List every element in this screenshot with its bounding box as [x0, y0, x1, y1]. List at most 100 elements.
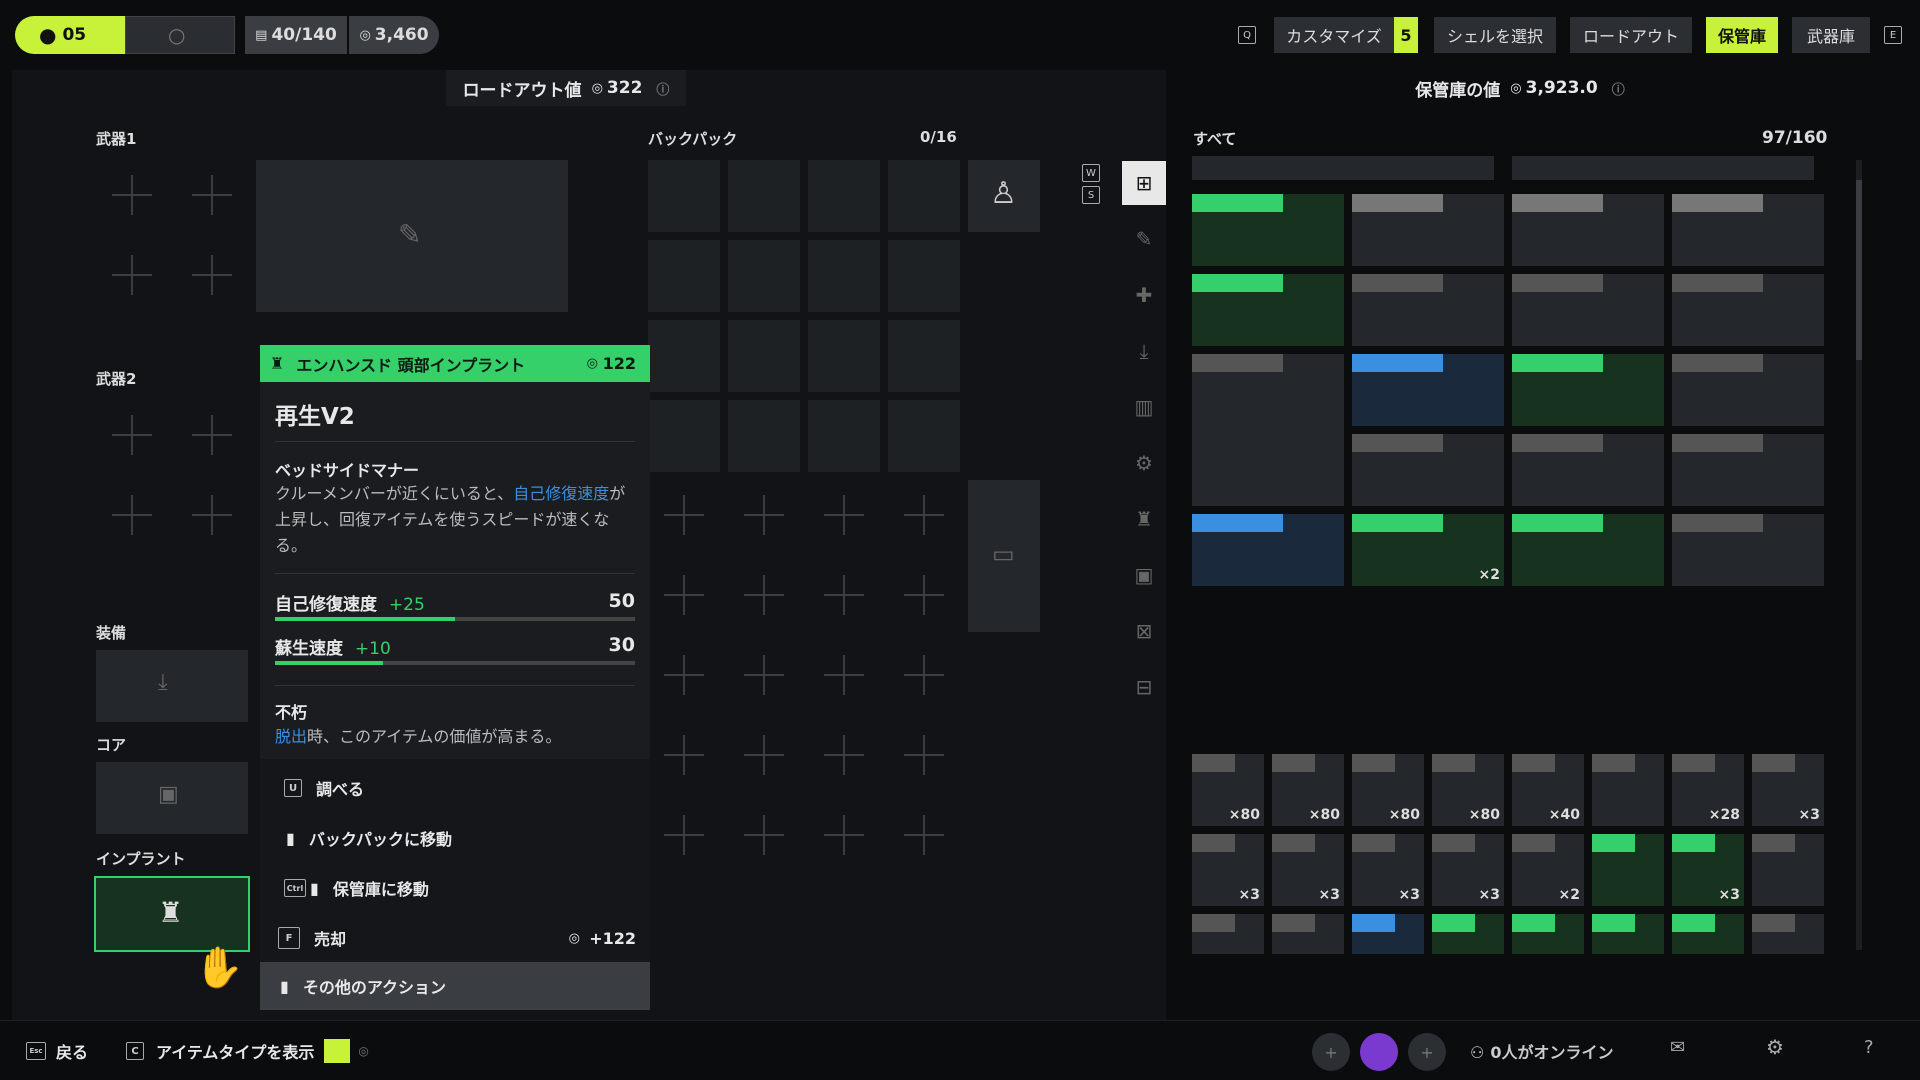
- empty-slot[interactable]: [904, 655, 944, 695]
- party-slot-icon[interactable]: +: [1312, 1033, 1350, 1071]
- container-filter-icon[interactable]: ⊟: [1122, 665, 1166, 709]
- empty-slot[interactable]: [744, 655, 784, 695]
- backpack-cell[interactable]: [808, 160, 880, 232]
- vault-item-small[interactable]: [1592, 834, 1664, 906]
- vault-item[interactable]: [1352, 194, 1504, 266]
- backpack-cell[interactable]: [648, 320, 720, 392]
- backpack-cell[interactable]: [888, 320, 960, 392]
- other-actions[interactable]: ▮ その他のアクション: [260, 962, 650, 1010]
- empty-slot[interactable]: [112, 495, 152, 535]
- vault-item[interactable]: [1352, 354, 1504, 426]
- vault-item[interactable]: [1192, 514, 1344, 586]
- empty-slot[interactable]: [192, 415, 232, 455]
- backpack-side-slot[interactable]: ▭: [968, 480, 1040, 632]
- character-slot[interactable]: ♙: [968, 160, 1040, 232]
- vault-item-small[interactable]: ×40: [1512, 754, 1584, 826]
- empty-slot[interactable]: [112, 255, 152, 295]
- scrollbar[interactable]: [1856, 160, 1862, 950]
- backpack-cell[interactable]: [648, 160, 720, 232]
- mod-filter-icon[interactable]: ⊠: [1122, 609, 1166, 653]
- vault-item[interactable]: [1512, 194, 1664, 266]
- backpack-cell[interactable]: [888, 160, 960, 232]
- vault-item-small[interactable]: [1352, 914, 1424, 954]
- vault-item-small[interactable]: [1592, 754, 1664, 826]
- empty-slot[interactable]: [192, 495, 232, 535]
- empty-slot[interactable]: [824, 655, 864, 695]
- core-filter-icon[interactable]: ▣: [1122, 553, 1166, 597]
- vault-item-small[interactable]: ×3: [1192, 834, 1264, 906]
- vault-tab[interactable]: 保管庫: [1706, 17, 1778, 53]
- vault-item-small[interactable]: ×3: [1352, 834, 1424, 906]
- inspect-action[interactable]: U 調べる: [260, 765, 650, 811]
- sell-action[interactable]: F 売却 ◎ +122: [260, 915, 650, 961]
- empty-slot[interactable]: [664, 735, 704, 775]
- backpack-cell[interactable]: [648, 400, 720, 472]
- vault-item-small[interactable]: [1592, 914, 1664, 954]
- chip-filter-icon[interactable]: ⚙: [1122, 441, 1166, 485]
- empty-slot[interactable]: [112, 175, 152, 215]
- medkit-filter-icon[interactable]: ✚: [1122, 273, 1166, 317]
- vault-item-small[interactable]: [1272, 914, 1344, 954]
- empty-slot[interactable]: [744, 735, 784, 775]
- backpack-cell[interactable]: [648, 240, 720, 312]
- backpack-cell[interactable]: [808, 240, 880, 312]
- select-shell-button[interactable]: シェルを選択: [1434, 17, 1556, 53]
- weapon1-slot[interactable]: ✎: [256, 160, 568, 312]
- vault-item[interactable]: [1192, 354, 1344, 506]
- empty-slot[interactable]: [192, 255, 232, 295]
- empty-slot[interactable]: [664, 815, 704, 855]
- vault-item[interactable]: [1672, 514, 1824, 586]
- ammo-filter-icon[interactable]: ▥: [1122, 385, 1166, 429]
- back-button[interactable]: Esc 戻る: [26, 1039, 88, 1063]
- empty-slot[interactable]: [904, 575, 944, 615]
- settings-icon[interactable]: ⚙: [1766, 1035, 1784, 1059]
- vault-item[interactable]: [1672, 194, 1824, 266]
- backpack-cell[interactable]: [888, 400, 960, 472]
- vault-item-small[interactable]: [1752, 914, 1824, 954]
- vault-item-small[interactable]: ×28: [1672, 754, 1744, 826]
- backpack-cell[interactable]: [728, 400, 800, 472]
- vault-item[interactable]: [1352, 274, 1504, 346]
- vault-item-small[interactable]: [1512, 914, 1584, 954]
- vault-item[interactable]: [1672, 354, 1824, 426]
- info-icon[interactable]: ⓘ: [656, 79, 669, 98]
- show-item-type-toggle[interactable]: C アイテムタイプを表示 ◎: [126, 1039, 369, 1063]
- empty-slot[interactable]: [112, 415, 152, 455]
- vault-item-small[interactable]: ×3: [1752, 754, 1824, 826]
- empty-slot[interactable]: [192, 175, 232, 215]
- backpack-cell[interactable]: [808, 320, 880, 392]
- equipment-slot[interactable]: ⤓: [96, 650, 248, 722]
- vault-item[interactable]: [1352, 434, 1504, 506]
- vault-item-small[interactable]: ×2: [1512, 834, 1584, 906]
- download-filter-icon[interactable]: ⤓: [1122, 329, 1166, 373]
- empty-slot[interactable]: [904, 495, 944, 535]
- empty-slot[interactable]: [664, 495, 704, 535]
- vault-item-small[interactable]: ×80: [1352, 754, 1424, 826]
- grid-filter-icon[interactable]: ⊞: [1122, 161, 1166, 205]
- empty-slot[interactable]: [824, 495, 864, 535]
- player-avatar[interactable]: [1360, 1033, 1398, 1071]
- loadout-button[interactable]: ロードアウト: [1570, 17, 1692, 53]
- armory-tab[interactable]: 武器庫: [1792, 17, 1870, 53]
- backpack-cell[interactable]: [728, 160, 800, 232]
- implant-slot[interactable]: ♜: [94, 876, 250, 952]
- scrollbar-thumb[interactable]: [1856, 180, 1862, 360]
- backpack-cell[interactable]: [728, 240, 800, 312]
- vault-item-small[interactable]: [1752, 834, 1824, 906]
- vault-item[interactable]: [1192, 274, 1344, 346]
- empty-slot[interactable]: [744, 575, 784, 615]
- vault-item-small[interactable]: [1672, 914, 1744, 954]
- empty-slot[interactable]: [664, 575, 704, 615]
- vault-item[interactable]: [1192, 194, 1344, 266]
- vault-item-small[interactable]: [1432, 914, 1504, 954]
- move-to-vault-action[interactable]: Ctrl ▮ 保管庫に移動: [260, 865, 650, 911]
- empty-slot[interactable]: [904, 735, 944, 775]
- empty-slot[interactable]: [664, 655, 704, 695]
- backpack-cell[interactable]: [888, 240, 960, 312]
- party-slot-icon[interactable]: +: [1408, 1033, 1446, 1071]
- vault-item-small[interactable]: ×80: [1192, 754, 1264, 826]
- backpack-cell[interactable]: [808, 400, 880, 472]
- vault-item[interactable]: [1672, 274, 1824, 346]
- vault-item-small[interactable]: ×80: [1272, 754, 1344, 826]
- vault-item-small[interactable]: ×3: [1272, 834, 1344, 906]
